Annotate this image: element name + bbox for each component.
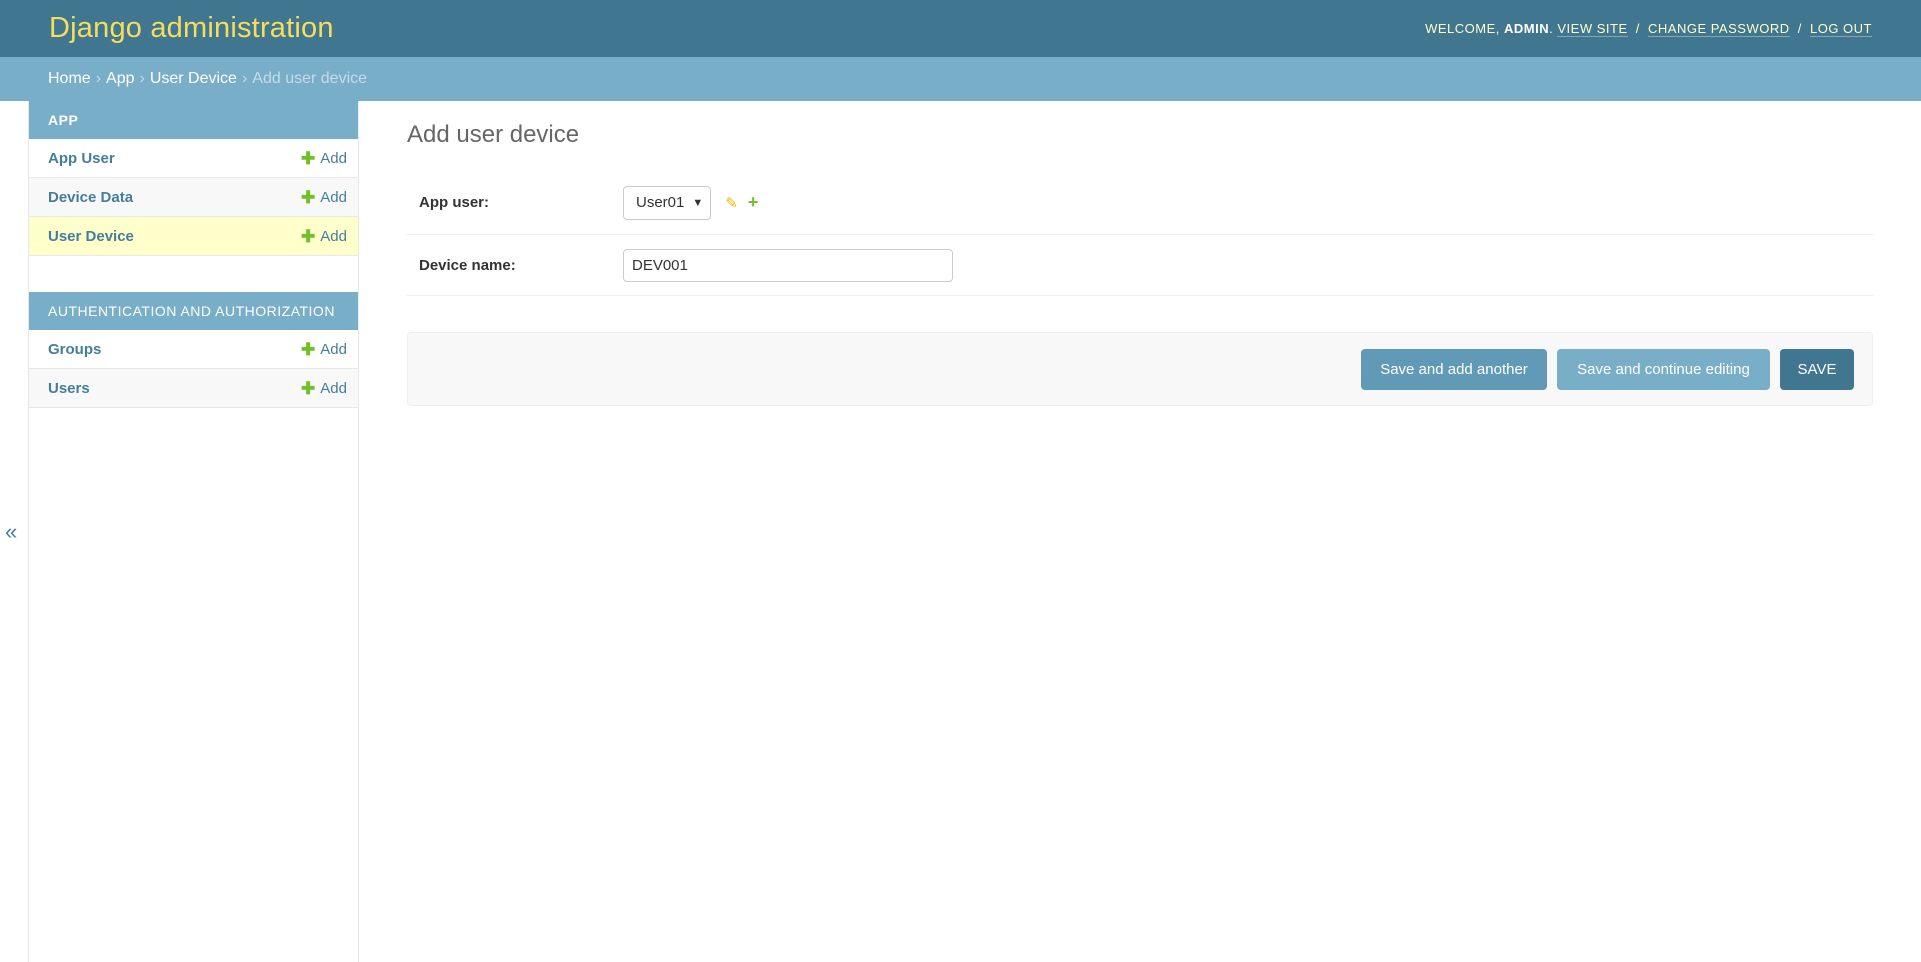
breadcrumb-model[interactable]: User Device — [150, 70, 237, 88]
user-tools: Welcome, admin. View site / Change passw… — [1425, 21, 1872, 37]
header: Django administration Welcome, admin. Vi… — [0, 0, 1921, 57]
app-user-label: App user: — [419, 194, 490, 211]
model-link-device-data[interactable]: Device Data — [48, 189, 133, 206]
sidebar-item-user-device: User Device ✚ Add — [29, 217, 358, 256]
add-user-device-button[interactable]: ✚ Add — [301, 228, 347, 245]
sidebar-item-users: Users ✚ Add — [29, 369, 358, 408]
main-container: « App App User ✚ Add Device Data ✚ Add U… — [0, 101, 1921, 962]
page-title: Add user device — [407, 121, 580, 148]
plus-icon: ✚ — [301, 339, 316, 359]
sidebar-item-device-data: Device Data ✚ Add — [29, 178, 358, 217]
app-user-selected-value: User01 — [636, 194, 685, 211]
double-chevron-left-icon[interactable]: « — [5, 519, 17, 545]
form-row-device-name: Device name: DEV001 — [407, 235, 1873, 296]
device-name-field[interactable]: DEV001 — [623, 248, 953, 282]
add-label: Add — [320, 227, 347, 245]
add-group-button[interactable]: ✚ Add — [301, 341, 347, 358]
plus-icon: ✚ — [301, 378, 316, 398]
module-caption-auth[interactable]: Authentication and Authorization — [29, 292, 358, 330]
add-label: Add — [320, 188, 347, 206]
save-and-add-another-button[interactable]: Save and add another — [1361, 348, 1547, 390]
model-link-app-user[interactable]: App User — [48, 150, 115, 167]
separator: / — [1635, 21, 1640, 36]
save-and-continue-button[interactable]: Save and continue editing — [1557, 348, 1770, 390]
pencil-icon[interactable]: ✎ — [725, 194, 738, 212]
plus-icon: ✚ — [301, 226, 316, 246]
welcome-text: Welcome, — [1425, 21, 1500, 36]
submit-row: Save and add another Save and continue e… — [407, 332, 1873, 406]
plus-icon: ✚ — [301, 148, 316, 168]
module-caption-app[interactable]: App — [29, 101, 358, 139]
breadcrumb-home[interactable]: Home — [48, 70, 91, 88]
sidebar-item-app-user: App User ✚ Add — [29, 139, 358, 178]
model-link-groups[interactable]: Groups — [48, 341, 101, 358]
breadcrumb: Home › App › User Device › Add user devi… — [0, 57, 1921, 101]
breadcrumb-separator: › — [139, 70, 145, 87]
add-user-button[interactable]: ✚ Add — [301, 380, 347, 397]
username: admin — [1504, 21, 1550, 36]
module-spacer — [29, 256, 358, 292]
content: Add user device App user: User01 ▼ ✎ + D… — [359, 101, 1921, 962]
site-branding[interactable]: Django administration — [49, 12, 334, 45]
plus-icon[interactable]: + — [748, 192, 759, 213]
form-row-app-user: App user: User01 ▼ ✎ + — [407, 171, 1873, 235]
add-label: Add — [320, 379, 347, 397]
device-name-label: Device name: — [419, 256, 516, 274]
chevron-down-icon: ▼ — [692, 196, 704, 209]
sidebar-toggle-column: « — [0, 101, 28, 962]
add-app-user-button[interactable]: ✚ Add — [301, 150, 347, 167]
log-out-link[interactable]: Log out — [1809, 21, 1872, 37]
save-button[interactable]: Save — [1780, 348, 1854, 390]
breadcrumb-current: Add user device — [252, 70, 368, 87]
view-site-link[interactable]: View site — [1557, 21, 1628, 37]
model-link-user-device[interactable]: User Device — [48, 228, 134, 245]
sidebar: App App User ✚ Add Device Data ✚ Add Use… — [28, 101, 359, 962]
related-widget-wrapper: ✎ + — [725, 192, 758, 213]
add-label: Add — [320, 149, 347, 167]
sidebar-item-groups: Groups ✚ Add — [29, 330, 358, 369]
breadcrumb-separator: › — [95, 70, 102, 87]
plus-icon: ✚ — [301, 187, 316, 207]
add-device-data-button[interactable]: ✚ Add — [301, 189, 347, 206]
breadcrumb-separator: › — [241, 70, 248, 87]
app-user-select[interactable]: User01 ▼ — [623, 185, 712, 220]
model-link-users[interactable]: Users — [48, 380, 90, 397]
breadcrumb-app[interactable]: App — [106, 70, 134, 88]
change-password-link[interactable]: Change password — [1648, 21, 1790, 37]
separator: / — [1797, 21, 1802, 36]
add-label: Add — [320, 340, 347, 358]
